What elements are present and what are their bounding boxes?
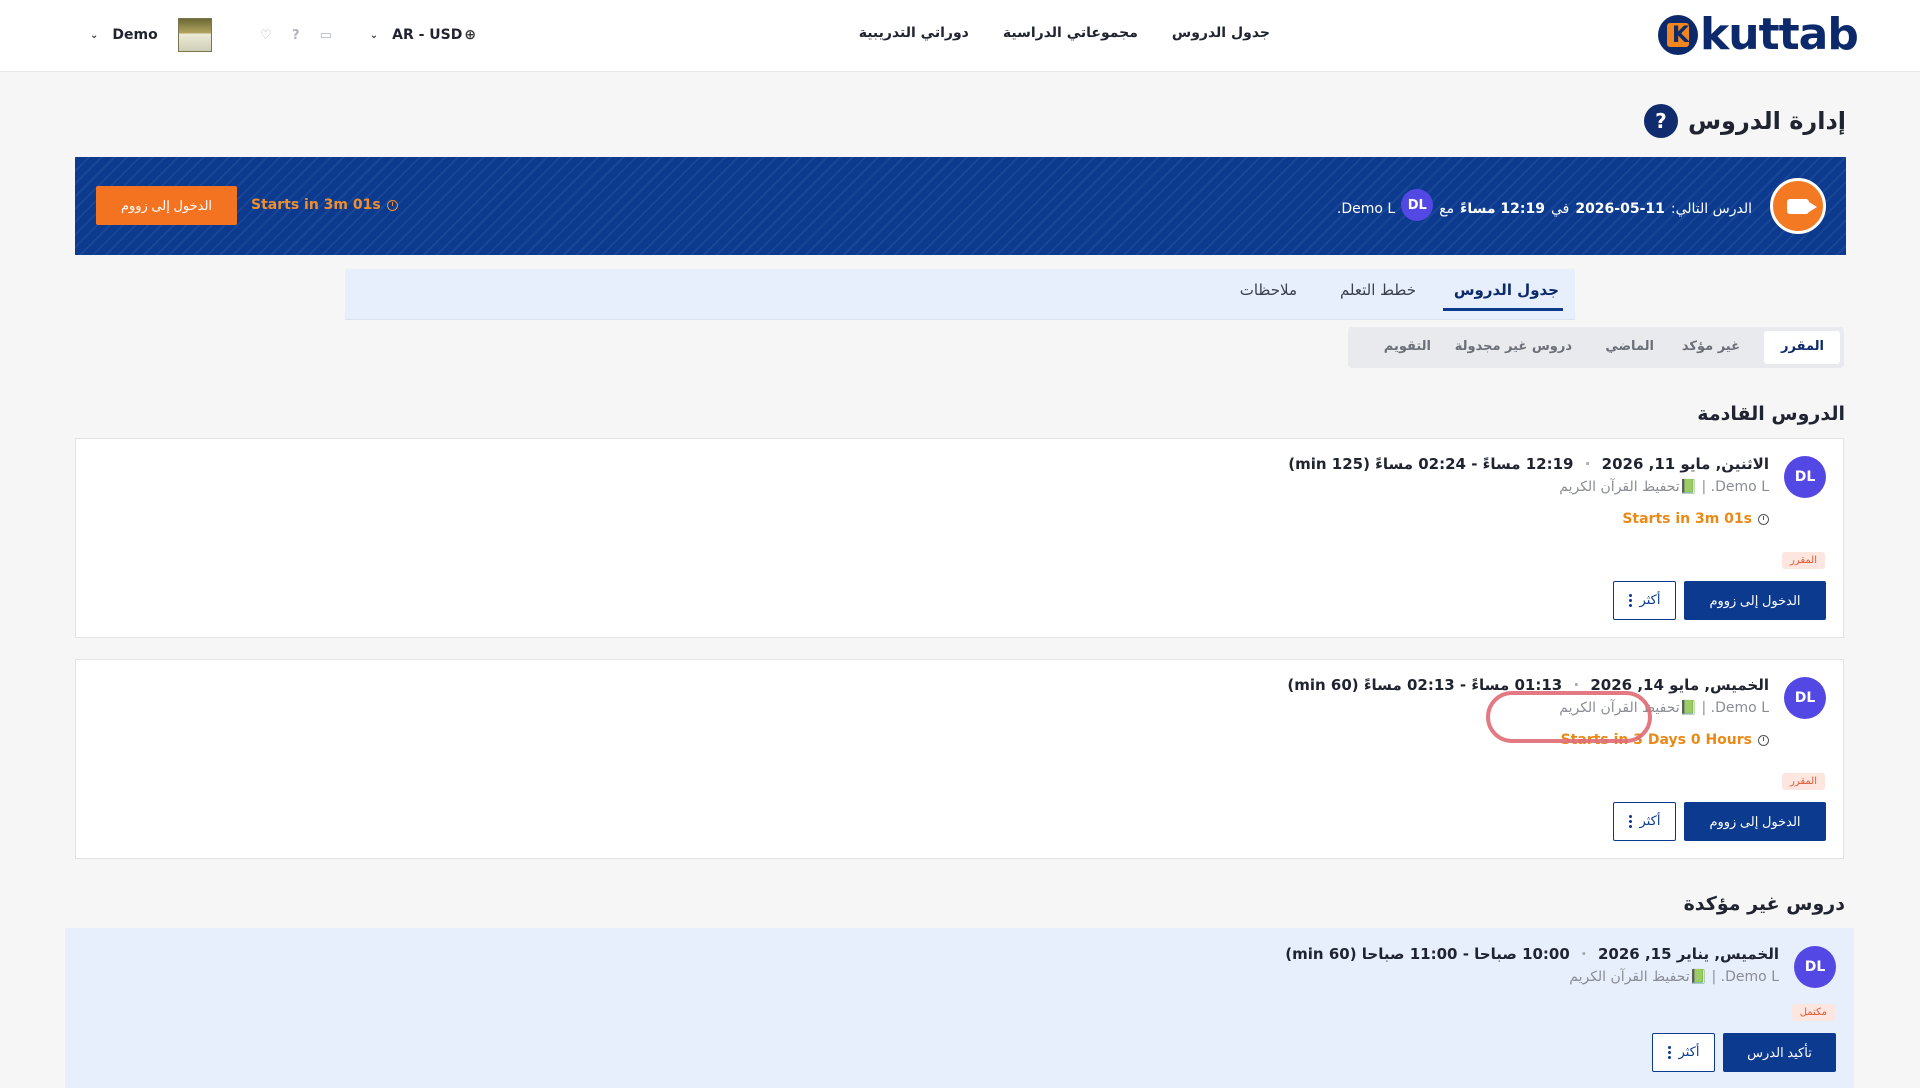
- locale-selector[interactable]: AR - USD: [392, 27, 462, 43]
- status-badge: مكتمل: [1791, 1004, 1835, 1021]
- more-button[interactable]: أكثر: [1652, 1033, 1715, 1072]
- more-button[interactable]: أكثر: [1613, 581, 1676, 620]
- status-badge: المقرر: [1781, 552, 1825, 569]
- lesson-meta: Demo L. | 📗تحفيظ القرآن الكريم: [1559, 700, 1769, 716]
- kuttab-logo[interactable]: K kuttab: [1658, 9, 1859, 60]
- main-nav: جدول الدروس مجموعاتي الدراسية دوراتي الت…: [859, 25, 1270, 41]
- tutor-name: Demo L.: [1336, 201, 1396, 217]
- help-circle-icon[interactable]: ?: [288, 27, 304, 43]
- more-button[interactable]: أكثر: [1613, 802, 1676, 841]
- clock-icon: [1758, 513, 1769, 525]
- lesson-countdown: Starts in 3m 01s: [1622, 511, 1769, 527]
- video-camera-icon: [1770, 178, 1826, 234]
- favorites-heart-icon[interactable]: ♡: [258, 27, 274, 43]
- status-badge: المقرر: [1781, 773, 1825, 790]
- lesson-card: DL الخميس, يناير 15, 2026 · 10:00 صباحا …: [65, 928, 1854, 1088]
- user-avatar[interactable]: [177, 18, 212, 52]
- banner-countdown: Starts in 3m 01s: [251, 197, 398, 213]
- lesson-datetime: الاثنين, مايو 11, 2026 · 12:19 مساءً - 0…: [1288, 455, 1769, 473]
- join-zoom-button[interactable]: الدخول إلى زووم: [1684, 802, 1826, 841]
- user-name[interactable]: Demo: [112, 27, 157, 43]
- page-title: إدارة الدروس: [1687, 107, 1846, 135]
- more-dots-icon: [1628, 594, 1632, 607]
- active-tab-underline: [1443, 308, 1563, 311]
- tutor-avatar: DL: [1784, 677, 1826, 719]
- lesson-datetime: الخميس, مايو 14, 2026 · 01:13 مساءً - 02…: [1287, 676, 1769, 694]
- nav-courses[interactable]: دوراتي التدريبية: [859, 25, 969, 41]
- join-zoom-button[interactable]: الدخول إلى زووم: [1684, 581, 1826, 620]
- filter-unscheduled[interactable]: دروس غير مجدولة: [1455, 339, 1572, 354]
- next-lesson-text: الدرس التالي: 2026-05-11 في 12:19 مساءً …: [1336, 189, 1752, 221]
- main-tabs: جدول الدروس خطط التعلم ملاحظات: [345, 269, 1575, 320]
- lesson-countdown: Starts in 3 Days 0 Hours: [1561, 732, 1769, 748]
- nav-study-groups[interactable]: مجموعاتي الدراسية: [1003, 25, 1138, 41]
- user-chevron-down-icon[interactable]: ⌄: [90, 30, 98, 41]
- filter-calendar[interactable]: التقويم: [1384, 339, 1431, 354]
- tab-learning-plans[interactable]: خطط التعلم: [1340, 281, 1416, 299]
- lesson-filter-tabs: المقرر غير مؤكد الماضي دروس غير مجدولة ا…: [1348, 327, 1844, 368]
- filter-scheduled[interactable]: المقرر: [1781, 339, 1824, 354]
- section-title-unconfirmed: دروس غير مؤكدة: [1683, 893, 1845, 915]
- filter-past[interactable]: الماضي: [1605, 339, 1654, 354]
- lesson-meta: Demo L. | 📗تحفيظ القرآن الكريم: [1569, 969, 1779, 985]
- tutor-avatar: DL: [1401, 189, 1434, 221]
- banner-join-zoom-button[interactable]: الدخول إلى زووم: [96, 186, 237, 225]
- help-video-icon[interactable]: ?: [1643, 104, 1678, 138]
- clock-icon: [1758, 734, 1769, 746]
- lesson-card: DL الاثنين, مايو 11, 2026 · 12:19 مساءً …: [75, 438, 1844, 638]
- more-dots-icon: [1628, 815, 1632, 828]
- locale-chevron-down-icon[interactable]: ⌄: [370, 30, 378, 41]
- clock-icon: [386, 199, 398, 211]
- next-lesson-banner: الدرس التالي: 2026-05-11 في 12:19 مساءً …: [75, 157, 1846, 255]
- section-title-upcoming: الدروس القادمة: [1697, 403, 1845, 425]
- tutor-avatar: DL: [1794, 946, 1836, 988]
- globe-icon[interactable]: ⊕: [464, 27, 476, 43]
- page-title-bar: إدارة الدروس ?: [1643, 104, 1846, 138]
- logo-mark-icon: K: [1658, 15, 1698, 55]
- tutor-avatar: DL: [1784, 456, 1826, 498]
- lesson-card: DL الخميس, مايو 14, 2026 · 01:13 مساءً -…: [75, 659, 1844, 859]
- lesson-datetime: الخميس, يناير 15, 2026 · 10:00 صباحا - 1…: [1285, 945, 1779, 963]
- header-tools: ⌄ Demo ♡ ? ▭ ⌄ AR - USD ⊕: [90, 18, 476, 52]
- top-navbar: K kuttab جدول الدروس مجموعاتي الدراسية د…: [0, 0, 1920, 72]
- confirm-lesson-button[interactable]: تأكيد الدرس: [1723, 1033, 1836, 1072]
- nav-schedule[interactable]: جدول الدروس: [1172, 25, 1270, 41]
- logo-text: kuttab: [1700, 9, 1859, 60]
- tab-schedule[interactable]: جدول الدروس: [1454, 281, 1559, 299]
- filter-unconfirmed[interactable]: غير مؤكد: [1682, 339, 1740, 354]
- more-dots-icon: [1667, 1046, 1671, 1059]
- tab-notes[interactable]: ملاحظات: [1240, 281, 1297, 299]
- messages-chat-icon[interactable]: ▭: [318, 27, 334, 43]
- lesson-meta: Demo L. | 📗تحفيظ القرآن الكريم: [1559, 479, 1769, 495]
